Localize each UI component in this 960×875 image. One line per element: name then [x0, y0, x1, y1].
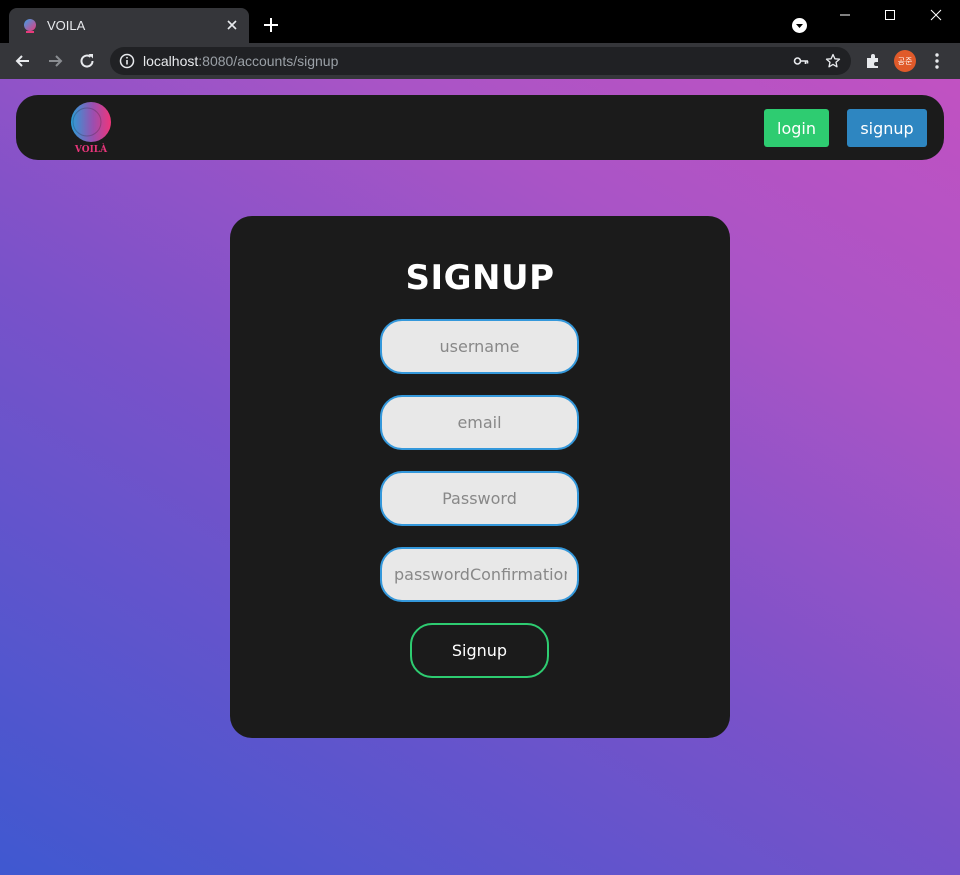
close-tab-icon[interactable]	[224, 17, 240, 33]
back-arrow-icon[interactable]	[14, 52, 32, 70]
browser-titlebar: VOILA	[0, 0, 960, 43]
reload-icon[interactable]	[78, 52, 96, 70]
profile-initials: 공준	[897, 56, 913, 66]
page-title: SIGNUP	[405, 258, 555, 298]
extensions-icon[interactable]	[864, 52, 882, 70]
minimize-icon[interactable]	[836, 6, 854, 24]
close-window-icon[interactable]	[927, 6, 945, 24]
maximize-icon[interactable]	[881, 6, 899, 24]
page-viewport: VOILÀ login signup SIGNUP Signup	[0, 79, 960, 875]
new-tab-icon[interactable]	[262, 16, 280, 34]
signup-card: SIGNUP Signup	[230, 216, 730, 738]
signup-nav-button[interactable]: signup	[847, 109, 927, 147]
browser-toolbar: localhost:8080/accounts/signup 공준	[0, 43, 960, 79]
url-path: :8080/accounts/signup	[198, 53, 339, 69]
key-icon[interactable]	[793, 54, 809, 68]
signup-submit-button[interactable]: Signup	[410, 623, 549, 678]
browser-tab[interactable]: VOILA	[9, 8, 249, 43]
tab-title: VOILA	[47, 18, 86, 33]
forward-arrow-icon[interactable]	[46, 52, 64, 70]
bookmark-star-icon[interactable]	[825, 53, 841, 69]
voila-favicon-icon	[24, 18, 36, 33]
more-menu-icon[interactable]	[930, 52, 944, 70]
username-input[interactable]	[380, 319, 579, 374]
url-text[interactable]: localhost:8080/accounts/signup	[143, 53, 338, 69]
logo-text: VOILÀ	[74, 143, 108, 155]
password-input[interactable]	[380, 471, 579, 526]
login-button[interactable]: login	[764, 109, 829, 147]
address-bar[interactable]: localhost:8080/accounts/signup	[110, 47, 851, 75]
password-confirmation-input[interactable]	[380, 547, 579, 602]
url-host: localhost	[143, 53, 199, 69]
profile-avatar[interactable]: 공준	[894, 50, 916, 72]
tab-search-icon[interactable]	[792, 18, 807, 33]
voila-logo[interactable]: VOILÀ	[63, 99, 119, 155]
site-navbar: VOILÀ login signup	[16, 95, 944, 160]
site-info-icon[interactable]	[119, 53, 135, 69]
email-input[interactable]	[380, 395, 579, 450]
